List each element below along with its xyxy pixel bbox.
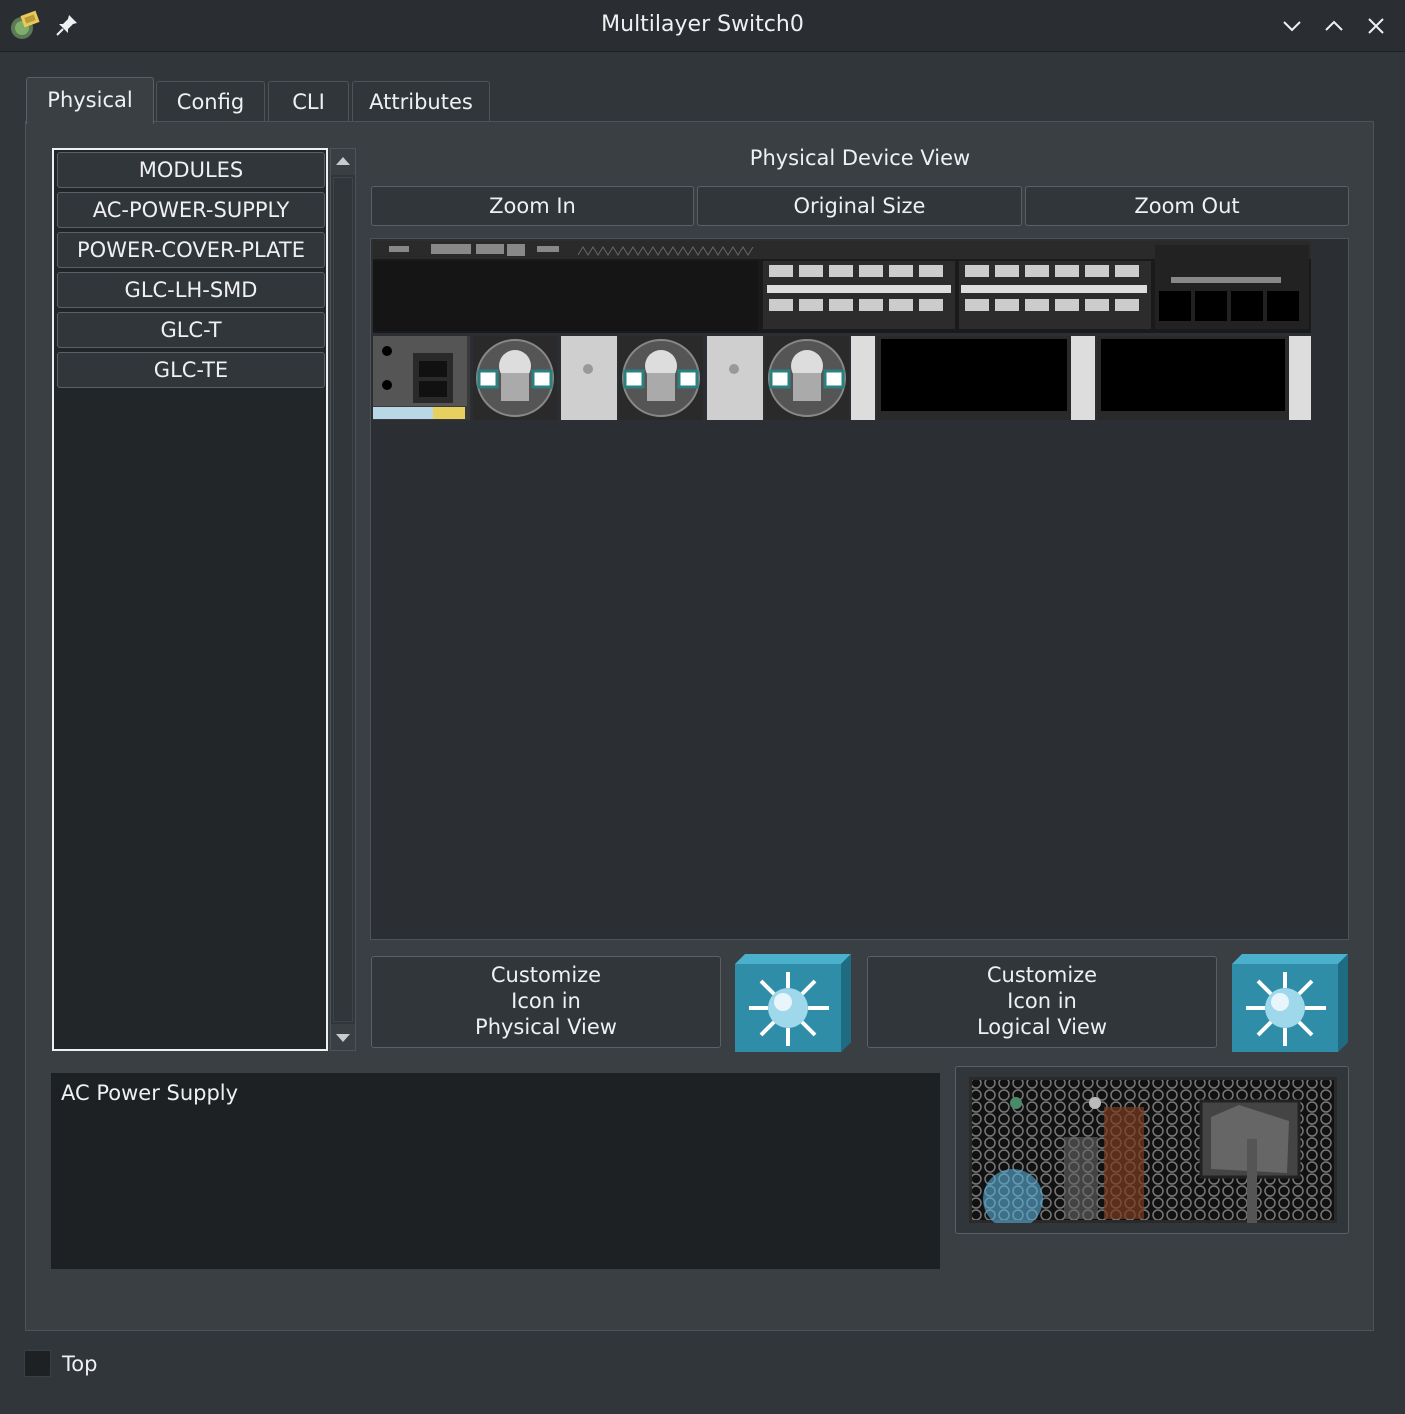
tab-cli[interactable]: CLI	[268, 81, 349, 123]
window-title: Multilayer Switch0	[601, 12, 804, 37]
physical-device-view-title: Physical Device View	[749, 146, 971, 170]
port-block-2	[959, 261, 1151, 329]
zoom-out-button[interactable]: Zoom Out	[1025, 186, 1349, 226]
tab-physical[interactable]: Physical	[26, 77, 154, 124]
title-bar: Multilayer Switch0	[0, 0, 1405, 52]
physical-device-canvas[interactable]	[370, 238, 1349, 940]
tab-config[interactable]: Config	[156, 81, 265, 123]
close-icon[interactable]	[1364, 14, 1388, 38]
module-preview	[955, 1066, 1349, 1234]
original-size-button[interactable]: Original Size	[697, 186, 1022, 226]
port-block-1	[763, 261, 955, 329]
module-description-text: AC Power Supply	[61, 1081, 239, 1105]
switch-chassis-image[interactable]	[373, 241, 1313, 423]
module-description-box: AC Power Supply	[50, 1072, 941, 1270]
module-list[interactable]: MODULES AC-POWER-SUPPLY POWER-COVER-PLAT…	[52, 148, 328, 1051]
module-item-power-cover-plate[interactable]: POWER-COVER-PLATE	[57, 232, 325, 268]
fan-module-3	[765, 336, 849, 420]
module-list-scrollbar[interactable]	[330, 148, 356, 1051]
minimize-icon[interactable]	[1280, 14, 1304, 38]
scroll-down-button[interactable]	[331, 1024, 355, 1050]
ac-power-supply-image	[969, 1077, 1337, 1223]
top-checkbox-label: Top	[62, 1352, 98, 1376]
multilayer-switch-icon	[735, 954, 851, 1052]
customize-physical-line3: Physical View	[475, 1015, 617, 1039]
customize-logical-line3: Logical View	[976, 1015, 1108, 1039]
fan-module-2	[619, 336, 703, 420]
fan-module-1	[473, 336, 557, 420]
arrow-down-icon	[336, 1034, 350, 1042]
module-item-ac-power-supply[interactable]: AC-POWER-SUPPLY	[57, 192, 325, 228]
top-checkbox[interactable]	[24, 1350, 51, 1377]
customize-physical-line2: Icon in	[511, 989, 581, 1013]
customize-logical-line1: Customize	[986, 963, 1098, 987]
module-item-glc-te[interactable]: GLC-TE	[57, 352, 325, 388]
customize-logical-line2: Icon in	[1007, 989, 1077, 1013]
customize-logical-icon-button[interactable]: Customize Icon in Logical View	[867, 956, 1217, 1048]
customize-physical-icon-button[interactable]: Customize Icon in Physical View	[371, 956, 721, 1048]
module-item-glc-t[interactable]: GLC-T	[57, 312, 325, 348]
scroll-up-button[interactable]	[331, 149, 355, 175]
module-item-modules[interactable]: MODULES	[57, 152, 325, 188]
multilayer-switch-icon	[1232, 954, 1348, 1052]
maximize-icon[interactable]	[1322, 14, 1346, 38]
tab-attributes[interactable]: Attributes	[352, 81, 490, 123]
zoom-in-button[interactable]: Zoom In	[371, 186, 694, 226]
scroll-thumb[interactable]	[333, 177, 353, 1022]
arrow-up-icon	[336, 157, 350, 165]
customize-physical-line1: Customize	[490, 963, 602, 987]
module-item-glc-lh-smd[interactable]: GLC-LH-SMD	[57, 272, 325, 308]
